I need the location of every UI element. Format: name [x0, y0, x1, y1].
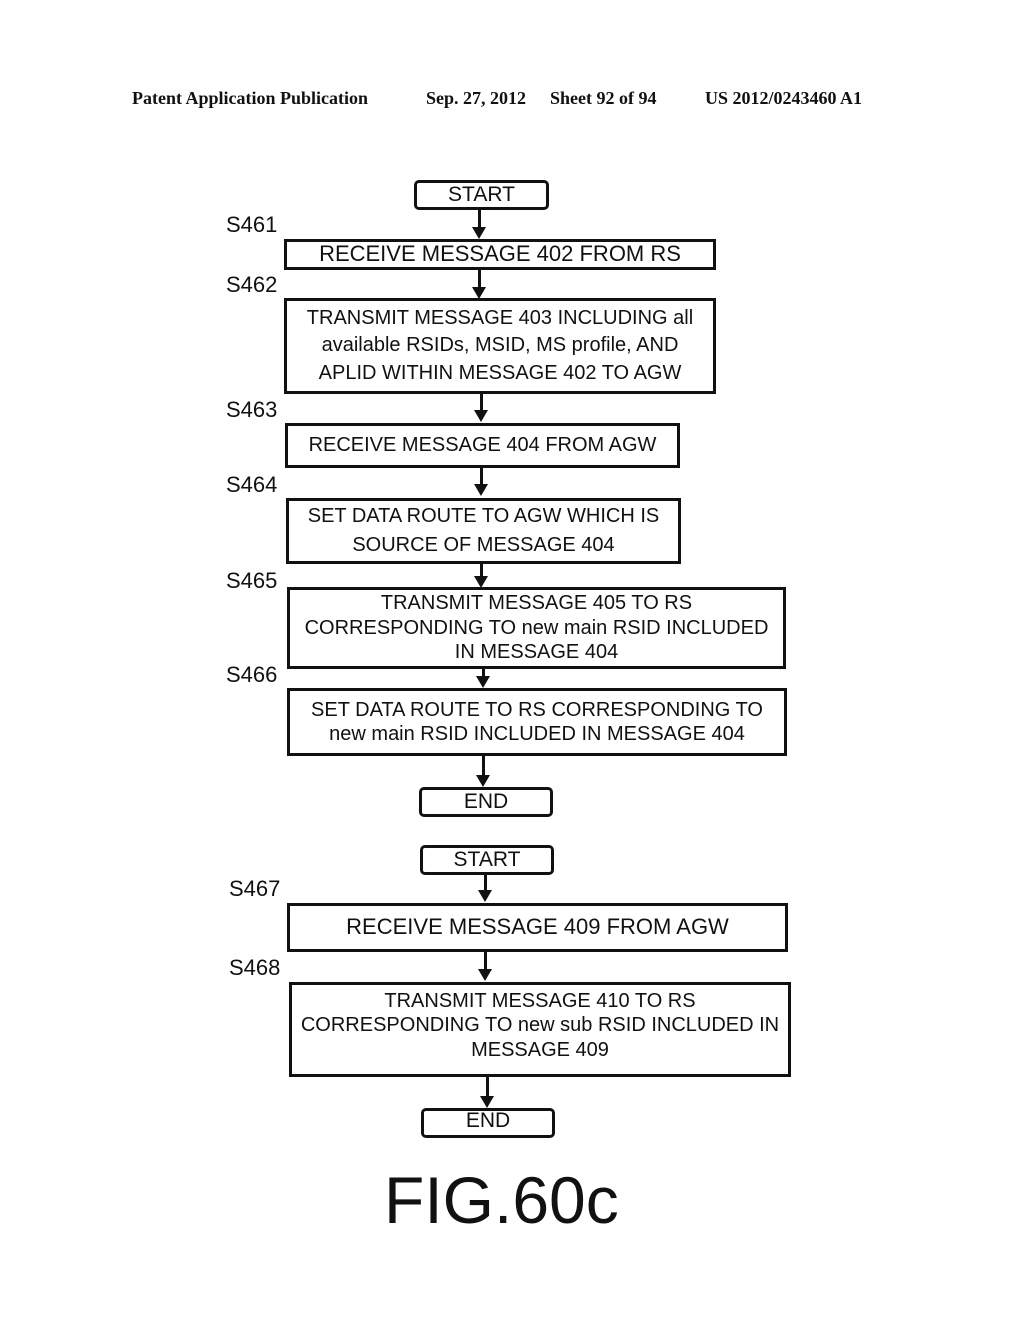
process-box-s461: RECEIVE MESSAGE 402 FROM RS: [284, 239, 716, 270]
end-terminal: END: [421, 1108, 555, 1138]
start-terminal: START: [414, 180, 549, 210]
arrow-line: [482, 756, 485, 776]
process-box-s465: TRANSMIT MESSAGE 405 TO RS CORRESPONDING…: [287, 587, 786, 669]
step-label: S467: [229, 876, 281, 901]
sheet-number: Sheet 92 of 94: [550, 88, 657, 108]
arrow-line: [480, 564, 483, 576]
process-box-s467: RECEIVE MESSAGE 409 FROM AGW: [287, 903, 788, 952]
arrow-line: [478, 210, 481, 228]
publication-title: Patent Application Publication: [132, 88, 369, 108]
arrow-down-icon: [472, 227, 486, 239]
publication-date: Sep. 27, 2012: [426, 88, 527, 108]
process-box-s466: SET DATA ROUTE TO RS CORRESPONDING TO ne…: [287, 688, 787, 756]
step-label: S468: [229, 955, 281, 980]
arrow-line: [484, 875, 487, 891]
arrow-line: [480, 468, 483, 484]
arrow-line: [486, 1077, 489, 1097]
step-label: S461: [226, 212, 278, 237]
arrow-down-icon: [478, 969, 492, 981]
patent-number: US 2012/0243460 A1: [705, 88, 863, 108]
step-label: S464: [226, 472, 278, 497]
process-box-s468: TRANSMIT MESSAGE 410 TO RS CORRESPONDING…: [289, 982, 791, 1077]
arrow-down-icon: [476, 676, 490, 688]
arrow-down-icon: [474, 484, 488, 496]
step-label: S466: [226, 662, 278, 687]
arrow-down-icon: [476, 775, 490, 787]
process-box-s464: SET DATA ROUTE TO AGW WHICH IS SOURCE OF…: [286, 498, 681, 564]
arrow-down-icon: [480, 1096, 494, 1108]
start-terminal: START: [420, 845, 554, 875]
step-label: S462: [226, 272, 278, 297]
arrow-line: [478, 270, 481, 288]
step-label: S463: [226, 397, 278, 422]
step-label: S465: [226, 568, 278, 593]
arrow-line: [484, 952, 487, 970]
process-box-s462: TRANSMIT MESSAGE 403 INCLUDING all avail…: [284, 298, 716, 394]
arrow-down-icon: [478, 890, 492, 902]
arrow-down-icon: [474, 410, 488, 422]
end-terminal: END: [419, 787, 553, 817]
process-box-s463: RECEIVE MESSAGE 404 FROM AGW: [285, 423, 680, 468]
arrow-line: [480, 394, 483, 410]
figure-label: FIG.60c: [384, 1163, 619, 1237]
